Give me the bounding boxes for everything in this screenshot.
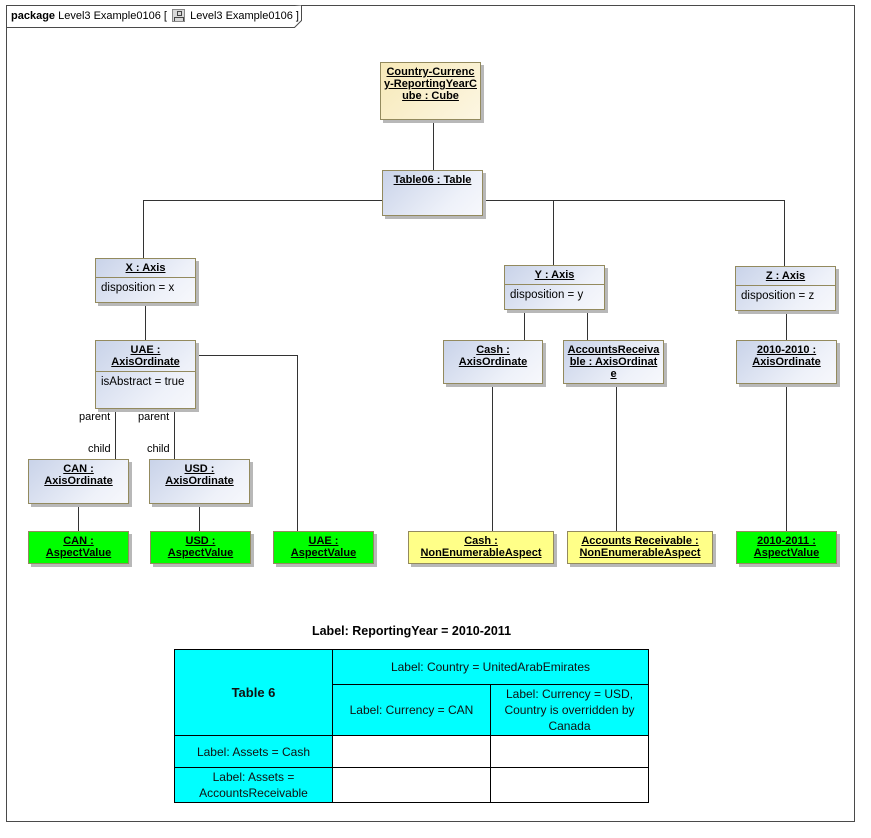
row-header-accounts-receivable: Label: Assets = AccountsReceivable <box>174 767 333 803</box>
usd-ordinate-title: USD : AxisOrdinate <box>165 463 234 487</box>
x-axis-title: X : Axis <box>125 262 166 274</box>
table-corner: Table 6 <box>174 649 333 736</box>
can-aspect-value-title: CAN : AspectValue <box>45 535 112 559</box>
row-header-cash: Label: Assets = Cash <box>174 735 333 768</box>
year-2011-aspect-value-title: 2010-2011 : AspectValue <box>753 535 820 559</box>
uae-ordinate-node[interactable]: UAE : AxisOrdinate isAbstract = true <box>95 340 196 409</box>
cube-node[interactable]: Country-Currency-ReportingYearCube : Cub… <box>380 62 481 120</box>
y-axis-title: Y : Axis <box>534 269 575 281</box>
year-2010-ordinate-node[interactable]: 2010-2010 : AxisOrdinate <box>736 340 837 384</box>
can-ordinate-node[interactable]: CAN : AxisOrdinate <box>28 459 129 504</box>
z-axis-disposition: disposition = z <box>736 285 835 306</box>
uae-aspect-value[interactable]: UAE : AspectValue <box>273 531 374 564</box>
cash-ordinate-node[interactable]: Cash : AxisOrdinate <box>443 340 543 384</box>
role-parent-usd: parent <box>138 411 170 423</box>
cube-node-title: Country-Currency-ReportingYearCube : Cub… <box>384 66 477 102</box>
role-parent-can: parent <box>79 411 111 423</box>
cell-ar-usd <box>490 767 649 803</box>
z-axis-title: Z : Axis <box>765 270 806 282</box>
uae-ordinate-isabstract: isAbstract = true <box>96 371 195 392</box>
year-2011-aspect-value[interactable]: 2010-2011 : AspectValue <box>736 531 837 564</box>
table-6: Table 6 Label: Country = UnitedArabEmira… <box>174 649 649 803</box>
usd-ordinate-node[interactable]: USD : AxisOrdinate <box>149 459 250 504</box>
currency-usd-header: Label: Currency = USD, Country is overri… <box>490 684 649 736</box>
link-table-y <box>483 200 554 265</box>
uae-aspect-value-title: UAE : AspectValue <box>290 535 357 559</box>
role-child-can: child <box>88 443 111 455</box>
link-table-x <box>143 200 383 258</box>
y-axis-disposition: disposition = y <box>505 284 604 305</box>
cash-ordinate-title: Cash : AxisOrdinate <box>458 344 528 368</box>
link-table-z <box>553 200 785 266</box>
usd-aspect-value-title: USD : AspectValue <box>167 535 234 559</box>
ar-ordinate-node[interactable]: AccountsReceivable : AxisOrdinate <box>563 340 664 384</box>
cell-ar-can <box>332 767 491 803</box>
ar-ordinate-title: AccountsReceivable : AxisOrdinate <box>567 344 660 380</box>
table-caption: Label: ReportingYear = 2010-2011 <box>311 624 512 638</box>
link-uae-uaeval <box>196 355 298 531</box>
role-child-usd: child <box>147 443 170 455</box>
cash-non-enumerable-aspect[interactable]: Cash : NonEnumerableAspect <box>408 531 554 564</box>
y-axis-node[interactable]: Y : Axis disposition = y <box>504 265 605 310</box>
can-ordinate-title: CAN : AxisOrdinate <box>44 463 113 487</box>
can-aspect-value[interactable]: CAN : AspectValue <box>28 531 129 564</box>
cell-cash-usd <box>490 735 649 768</box>
cash-aspect-title: Cash : NonEnumerableAspect <box>420 535 542 559</box>
cell-cash-can <box>332 735 491 768</box>
usd-aspect-value[interactable]: USD : AspectValue <box>150 531 251 564</box>
x-axis-node[interactable]: X : Axis disposition = x <box>95 258 196 303</box>
ar-aspect-title: Accounts Receivable : NonEnumerableAspec… <box>579 535 701 559</box>
country-header: Label: Country = UnitedArabEmirates <box>332 649 649 685</box>
table06-node[interactable]: Table06 : Table <box>382 170 483 216</box>
uae-ordinate-title: UAE : AxisOrdinate <box>111 344 180 368</box>
year-2010-ordinate-title: 2010-2010 : AxisOrdinate <box>752 344 821 368</box>
table06-node-title: Table06 : Table <box>393 174 472 186</box>
x-axis-disposition: disposition = x <box>96 277 195 298</box>
ar-non-enumerable-aspect[interactable]: Accounts Receivable : NonEnumerableAspec… <box>567 531 713 564</box>
z-axis-node[interactable]: Z : Axis disposition = z <box>735 266 836 311</box>
currency-can-header: Label: Currency = CAN <box>332 684 491 736</box>
